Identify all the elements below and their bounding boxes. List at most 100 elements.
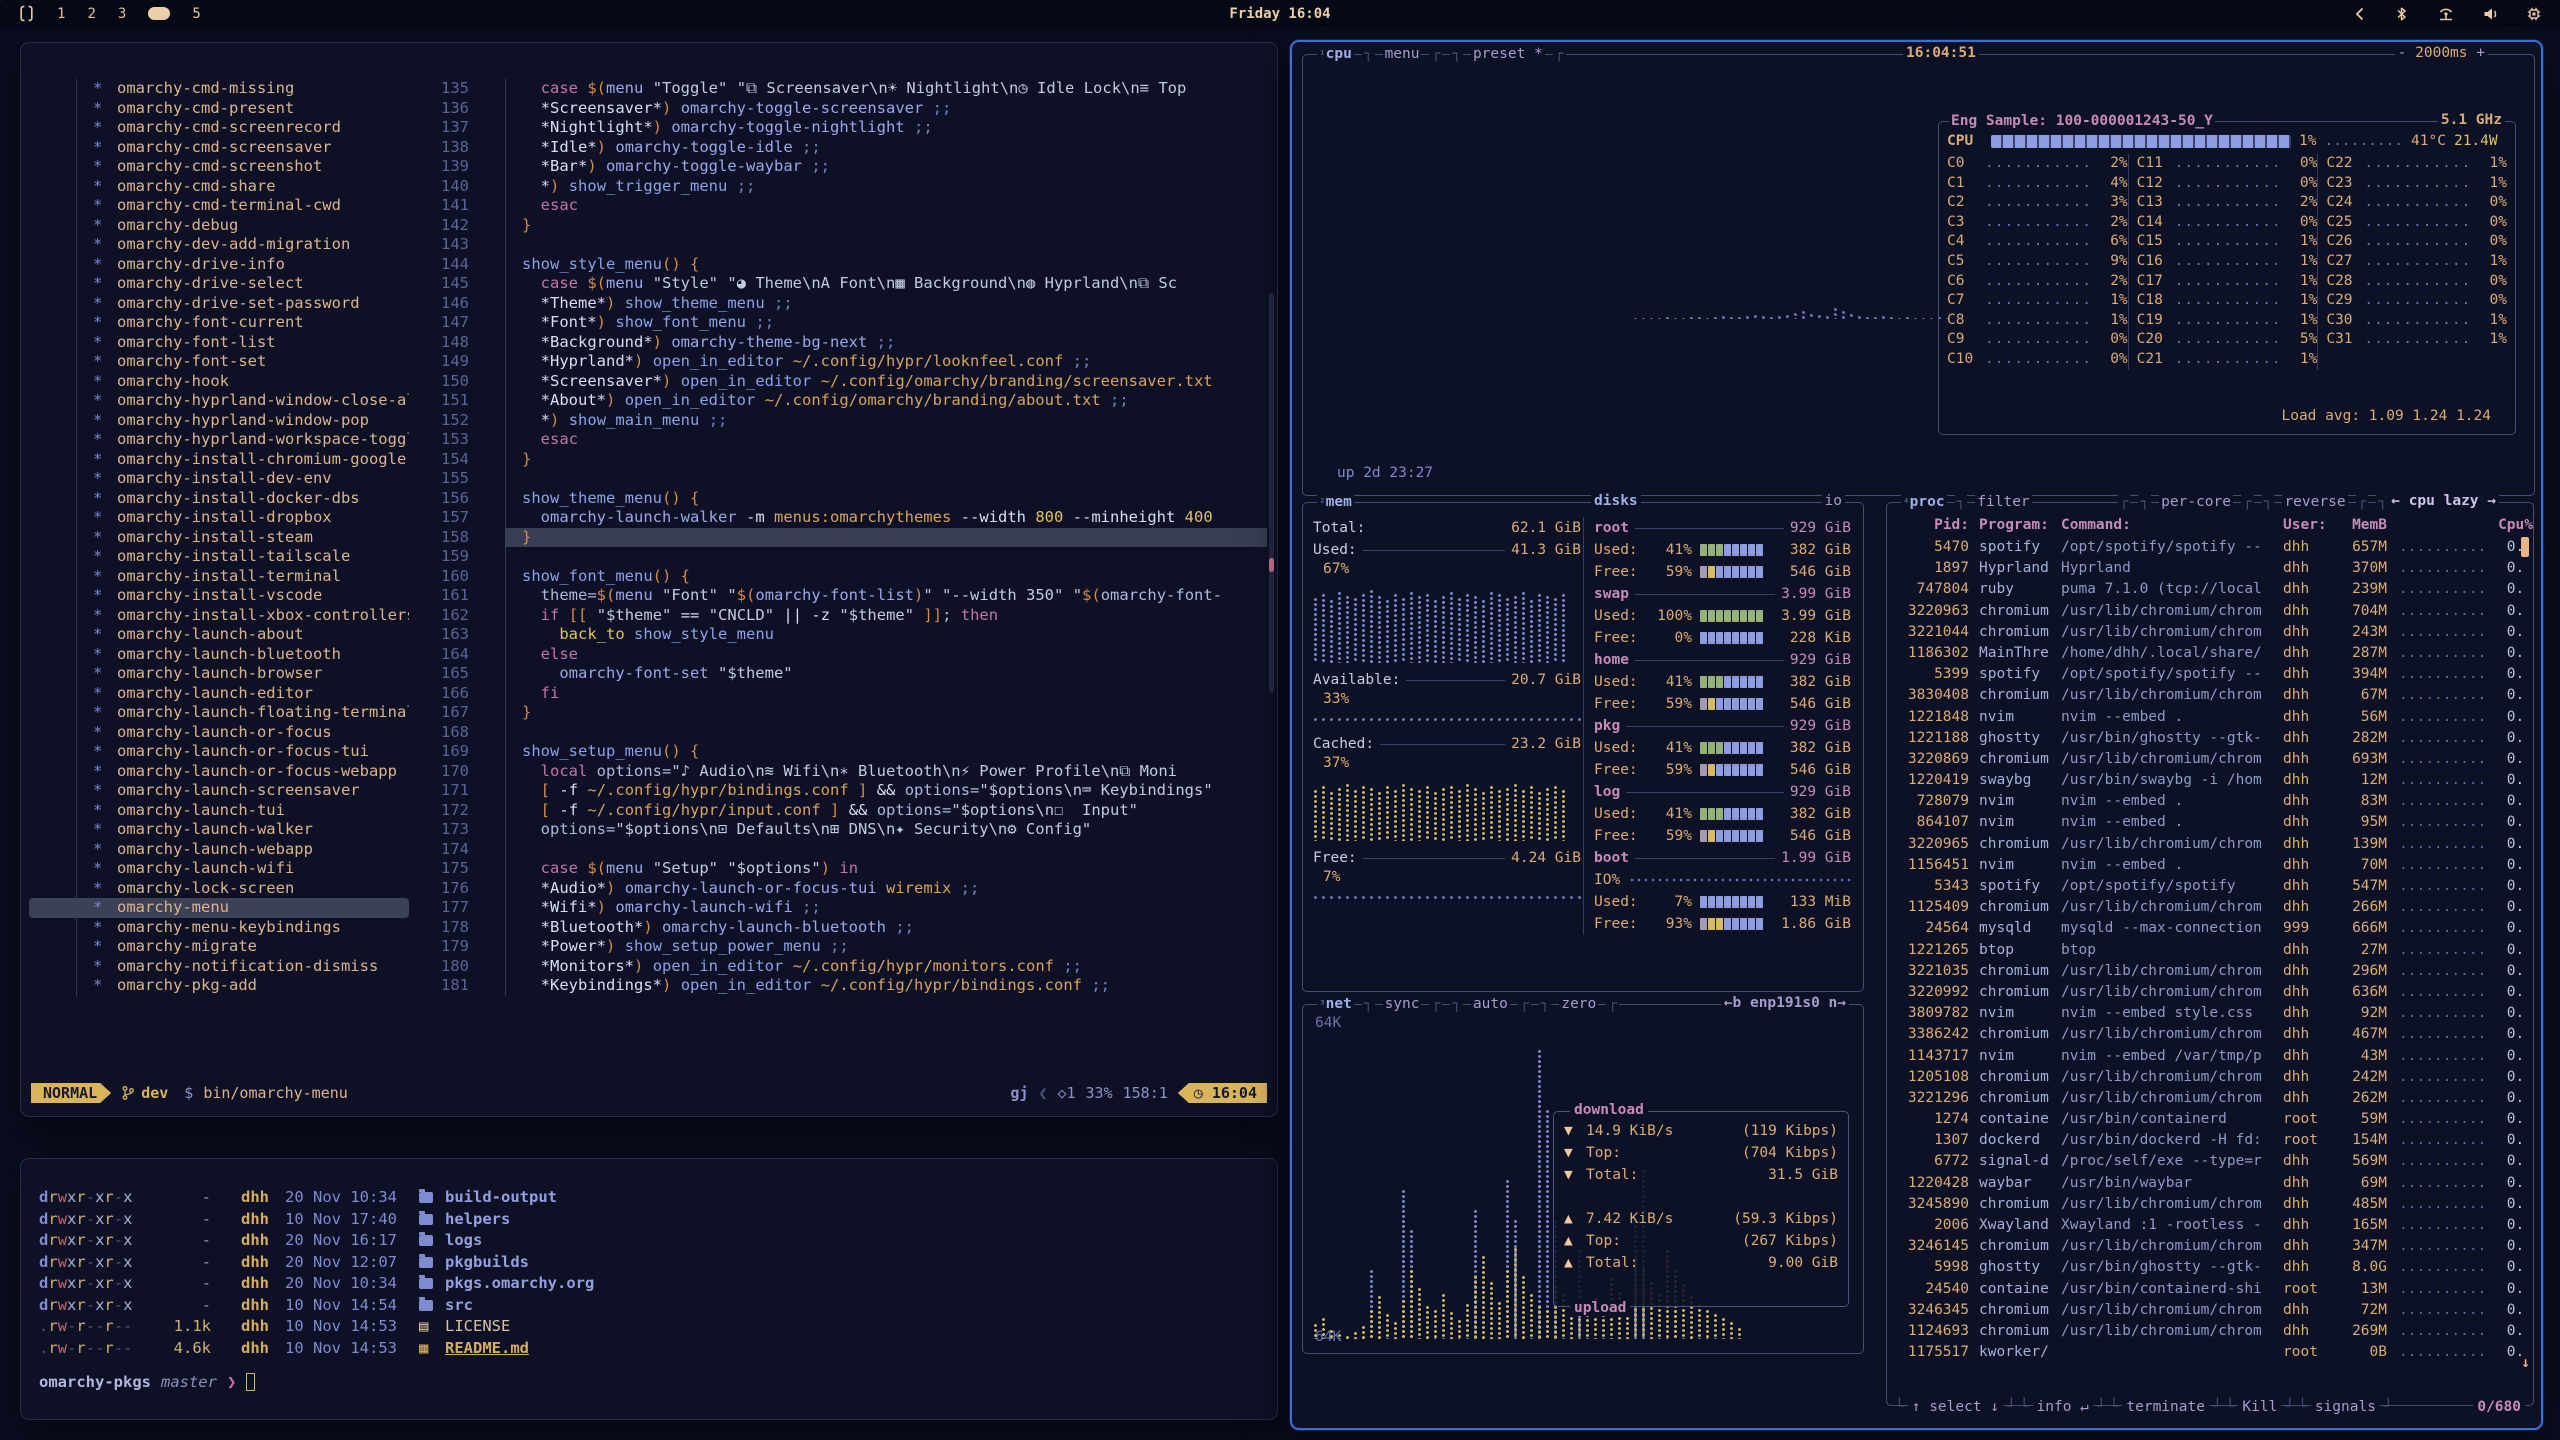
code-line[interactable]: *Theme*) show_theme_menu ;; <box>505 294 1267 314</box>
file-item[interactable]: *omarchy-launch-tui <box>29 801 409 821</box>
process-row[interactable]: 5399spotify/opt/spotify/spotify --dhh394… <box>1897 664 2523 685</box>
io-button[interactable]: io <box>1822 493 1845 509</box>
process-row[interactable]: 1220428waybar/usr/bin/waybardhh69M......… <box>1897 1173 2523 1194</box>
mem-panel-title[interactable]: mem <box>1326 494 1352 510</box>
file-item[interactable]: *omarchy-hyprland-workspace-toggle <box>29 430 409 450</box>
bluetooth-icon[interactable] <box>2394 6 2410 22</box>
file-item[interactable]: *omarchy-launch-browser <box>29 664 409 684</box>
code-line[interactable]: *Font*) show_font_menu ;; <box>505 313 1267 333</box>
file-item[interactable]: *omarchy-launch-webapp <box>29 840 409 860</box>
code-line[interactable] <box>505 723 1267 743</box>
workspace-1[interactable]: 1 <box>57 6 65 22</box>
code-line[interactable]: } <box>505 703 1267 723</box>
reverse-button[interactable]: reverse <box>2282 494 2347 510</box>
process-row[interactable]: 2006XwaylandXwayland :1 -rootless -dhh16… <box>1897 1215 2523 1236</box>
code-line[interactable]: *Keybindings*) open_in_editor ~/.config/… <box>505 976 1267 996</box>
interface-selector[interactable]: ←b enp191s0 n→ <box>1721 995 1849 1011</box>
process-row[interactable]: 5470spotify/opt/spotify/spotify --dhh657… <box>1897 537 2523 558</box>
cpu-chip-icon[interactable] <box>2526 6 2542 22</box>
footer-key-signals[interactable]: signals <box>2311 1399 2380 1415</box>
process-row[interactable]: 3386242chromium/usr/lib/chromium/chromdh… <box>1897 1024 2523 1045</box>
branch-name[interactable]: dev <box>141 1084 168 1102</box>
file-item[interactable]: *omarchy-pkg-add <box>29 976 409 996</box>
process-row[interactable]: 1175517kworker/root0B..........0.0 <box>1897 1342 2523 1363</box>
process-row[interactable]: 5343spotify/opt/spotify/spotifydhh547M..… <box>1897 876 2523 897</box>
footer-key-kill[interactable]: Kill <box>2238 1399 2281 1415</box>
code-line[interactable]: [ -f ~/.config/hypr/bindings.conf ] && o… <box>505 781 1267 801</box>
shell-prompt[interactable]: omarchy-pkgs master ❯ <box>39 1373 255 1391</box>
process-row[interactable]: 1156451nvimnvim --embed .dhh70M.........… <box>1897 855 2523 876</box>
code-line[interactable]: *Audio*) omarchy-launch-or-focus-tui wir… <box>505 879 1267 899</box>
code-line[interactable]: *Background*) omarchy-theme-bg-next ;; <box>505 333 1267 353</box>
workspace-active[interactable] <box>148 7 170 20</box>
file-row[interactable]: drwxr-xr-x-dhh10 Nov 17:40helpers <box>39 1209 1261 1231</box>
process-row[interactable]: 1143717nvimnvim --embed /var/tmp/pdhh43M… <box>1897 1046 2523 1067</box>
process-row[interactable]: 6772signal-d/proc/self/exe --type=rdhh56… <box>1897 1151 2523 1172</box>
workspace-5[interactable]: 5 <box>192 6 200 22</box>
process-row[interactable]: 1221848nvimnvim --embed .dhh56M.........… <box>1897 707 2523 728</box>
code-line[interactable]: fi <box>505 684 1267 704</box>
code-line[interactable]: back_to show_style_menu <box>505 625 1267 645</box>
code-line[interactable] <box>505 840 1267 860</box>
process-row[interactable]: 864107nvimnvim --embed .dhh95M..........… <box>1897 812 2523 833</box>
process-row[interactable]: 1221265btopbtopdhh27M..........0.0 <box>1897 940 2523 961</box>
file-item[interactable]: *omarchy-hook <box>29 372 409 392</box>
code-line[interactable]: esac <box>505 196 1267 216</box>
process-row[interactable]: 3809782nvimnvim --embed style.cssdhh92M.… <box>1897 1003 2523 1024</box>
file-item[interactable]: *omarchy-launch-wifi <box>29 859 409 879</box>
file-row[interactable]: drwxr-xr-x-dhh20 Nov 10:34pkgs.omarchy.o… <box>39 1273 1261 1295</box>
file-item[interactable]: *omarchy-hyprland-window-close-all <box>29 391 409 411</box>
code-line[interactable]: *) show_trigger_menu ;; <box>505 177 1267 197</box>
code-line[interactable] <box>505 469 1267 489</box>
code-line[interactable]: *Wifi*) omarchy-launch-wifi ;; <box>505 898 1267 918</box>
file-item[interactable]: *omarchy-drive-info <box>29 255 409 275</box>
file-row[interactable]: drwxr-xr-x-dhh20 Nov 10:34build-output <box>39 1187 1261 1209</box>
file-item[interactable]: *omarchy-install-tailscale <box>29 547 409 567</box>
file-item[interactable]: *omarchy-debug <box>29 216 409 236</box>
file-row[interactable]: .rw-r--r--4.6kdhh10 Nov 14:53▦README.md <box>39 1338 1261 1360</box>
file-item[interactable]: *omarchy-launch-floating-terminal- <box>29 703 409 723</box>
network-ap-icon[interactable] <box>2436 6 2456 22</box>
update-interval[interactable]: - 2000ms + <box>2395 45 2488 61</box>
code-line[interactable]: esac <box>505 430 1267 450</box>
file-item[interactable]: *omarchy-drive-set-password <box>29 294 409 314</box>
file-item[interactable]: *omarchy-install-docker-dbs <box>29 489 409 509</box>
code-line[interactable]: *About*) open_in_editor ~/.config/omarch… <box>505 391 1267 411</box>
volume-icon[interactable] <box>2482 6 2500 22</box>
net-panel-title[interactable]: net <box>1326 996 1352 1012</box>
file-item[interactable]: *omarchy-install-steam <box>29 528 409 548</box>
file-item[interactable]: *omarchy-drive-select <box>29 274 409 294</box>
code-line[interactable]: case $(menu "Setup" "$options") in <box>505 859 1267 879</box>
process-row[interactable]: 1124693chromium/usr/lib/chromium/chromdh… <box>1897 1321 2523 1342</box>
process-row[interactable]: 3220869chromium/usr/lib/chromium/chromdh… <box>1897 749 2523 770</box>
code-line[interactable]: show_font_menu() { <box>505 567 1267 587</box>
code-line[interactable]: show_theme_menu() { <box>505 489 1267 509</box>
footer-key-info[interactable]: info ↵ <box>2033 1399 2093 1415</box>
sync-button[interactable]: sync <box>1383 996 1422 1012</box>
process-row[interactable]: 3246145chromium/usr/lib/chromium/chromdh… <box>1897 1236 2523 1257</box>
code-line[interactable] <box>505 235 1267 255</box>
process-row[interactable]: 1274containe/usr/bin/containerdroot59M..… <box>1897 1109 2523 1130</box>
code-line[interactable]: *Bluetooth*) omarchy-launch-bluetooth ;; <box>505 918 1267 938</box>
code-line[interactable]: } <box>505 528 1267 548</box>
process-row[interactable]: 3245890chromium/usr/lib/chromium/chromdh… <box>1897 1194 2523 1215</box>
file-item[interactable]: *omarchy-cmd-screensaver <box>29 138 409 158</box>
code-line[interactable]: *Monitors*) open_in_editor ~/.config/hyp… <box>505 957 1267 977</box>
code-line[interactable] <box>505 547 1267 567</box>
code-line[interactable]: *Screensaver*) open_in_editor ~/.config/… <box>505 372 1267 392</box>
file-item[interactable]: *omarchy-lock-screen <box>29 879 409 899</box>
file-item[interactable]: *omarchy-install-dev-env <box>29 469 409 489</box>
cpu-panel-title[interactable]: cpu <box>1326 46 1352 62</box>
code-line[interactable]: *Power*) show_setup_power_menu ;; <box>505 937 1267 957</box>
file-item[interactable]: *omarchy-font-set <box>29 352 409 372</box>
file-row[interactable]: drwxr-xr-x-dhh10 Nov 14:54src <box>39 1295 1261 1317</box>
chevron-left-icon[interactable] <box>2352 6 2368 22</box>
process-row[interactable]: 1220419swaybg/usr/bin/swaybg -i /homdhh1… <box>1897 770 2523 791</box>
process-row[interactable]: 1125409chromium/usr/lib/chromium/chromdh… <box>1897 897 2523 918</box>
file-item[interactable]: *omarchy-launch-screensaver <box>29 781 409 801</box>
editor-scrollbar[interactable] <box>1269 293 1274 693</box>
process-row[interactable]: 1307dockerd/usr/bin/dockerd -H fd:root15… <box>1897 1130 2523 1151</box>
file-item[interactable]: *omarchy-cmd-screenshot <box>29 157 409 177</box>
code-line[interactable]: case $(menu "Style" "◕ Theme\nA Font\n▦ … <box>505 274 1267 294</box>
code-line[interactable]: omarchy-font-set "$theme" <box>505 664 1267 684</box>
